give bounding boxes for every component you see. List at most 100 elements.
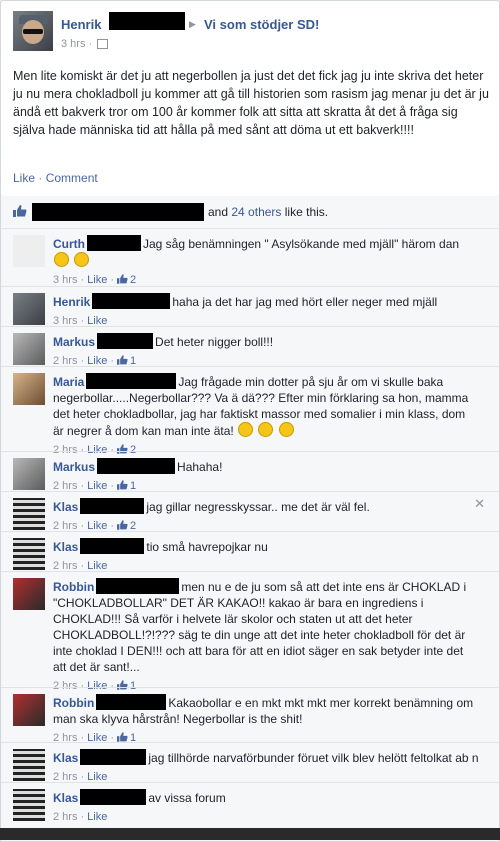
comment-row: Robbin Kakaobollar e en mkt mkt mkt mer k… (1, 687, 499, 746)
comment-row: Klas tio små havrepojkar nu 2 hrs · Like (1, 531, 499, 572)
commenter-avatar[interactable] (13, 538, 45, 570)
redaction-bar (80, 538, 145, 554)
commenter-avatar[interactable] (13, 373, 45, 405)
commenter-name[interactable]: Klas (53, 791, 78, 805)
likes-text: and 24 others like this. (208, 205, 328, 219)
comment-text: Det heter nigger boll!!! (155, 335, 274, 349)
author-avatar[interactable] (13, 11, 53, 51)
comment-body: Henrik haha ja det har jag med hört eller… (53, 293, 479, 329)
comment-body: Markus Det heter nigger boll!!! 2 hrs · Like… (53, 333, 479, 369)
comment-row: Klas jag gillar negresskyssar.. me det är… (1, 491, 499, 532)
comment-body: Markus Hahaha! 2 hrs · Like · 1 (53, 458, 479, 494)
commenter-name[interactable]: Klas (53, 540, 78, 554)
emoji-icon (54, 252, 69, 267)
comment-text: av vissa forum (148, 791, 226, 805)
comment-row: Henrik haha ja det har jag med hört eller… (1, 286, 499, 327)
redaction-bar (86, 373, 177, 389)
comment-text: men nu e de ju som så att det inte ens ä… (53, 580, 467, 674)
commenter-avatar[interactable] (13, 333, 45, 365)
comment-text: jag gillar negresskyssar.. me det är väl… (146, 500, 370, 514)
comment-row: Maria Jag frågade min dotter på sju år om… (1, 366, 499, 456)
commenter-name[interactable]: Klas (53, 751, 78, 765)
comment-like-count[interactable]: 2 (130, 274, 136, 286)
commenter-name[interactable]: Robbin (53, 696, 94, 710)
likes-summary: and 24 others like this. (0, 196, 500, 229)
like-thumb-icon (117, 732, 128, 742)
likes-and: and (208, 205, 229, 219)
comment-text: Jag såg benämningen " Asylsökande med mj… (143, 237, 460, 251)
redaction-bar (80, 498, 145, 514)
comment-meta: 2 hrs · Like (53, 809, 479, 825)
like-thumb-icon (117, 480, 128, 490)
like-button[interactable]: Like (13, 171, 35, 185)
comment-body: Maria Jag frågade min dotter på sju år om… (53, 373, 479, 458)
comment-body: Curth Jag såg benämningen " Asylsökande m… (53, 235, 479, 288)
commenter-name[interactable]: Klas (53, 500, 78, 514)
comment-row: Robbin men nu e de ju som så att det inte… (1, 571, 499, 692)
meta-separator: · (110, 274, 114, 286)
post-text: Men lite komiskt är det ju att negerboll… (13, 69, 489, 137)
comment-button[interactable]: Comment (46, 171, 98, 185)
commenter-name[interactable]: Maria (53, 375, 84, 389)
comment-text: tio små havrepojkar nu (146, 540, 268, 554)
redaction-bar (87, 235, 141, 251)
emoji-icon (258, 422, 274, 437)
post-author-name[interactable]: Henrik (61, 17, 101, 32)
group-name-link[interactable]: Vi som stödjer SD! (204, 17, 319, 32)
like-thumb-icon (117, 520, 128, 530)
comment-body: Klas av vissa forum 2 hrs · Like (53, 789, 479, 825)
emoji-icon (238, 422, 254, 437)
meta-separator: · (80, 811, 85, 823)
post-timestamp[interactable]: 3 hrs (61, 38, 85, 50)
comment-row: Klas jag tillhörde narvaförbunder föruet … (1, 742, 499, 783)
like-thumb-icon (117, 274, 128, 284)
comment-body: Klas jag tillhörde narvaförbunder föruet … (53, 749, 479, 785)
commenter-avatar[interactable] (13, 458, 45, 490)
emoji-icon (74, 252, 90, 267)
post-actions: Like · Comment (13, 171, 98, 185)
close-icon[interactable]: ✕ (474, 496, 485, 512)
comment-like-button[interactable]: Like (87, 274, 107, 286)
meta-separator: · (88, 38, 93, 50)
commenter-avatar[interactable] (13, 694, 45, 726)
commenter-name[interactable]: Markus (53, 460, 95, 474)
post-meta: 3 hrs · (61, 38, 109, 50)
comment-timestamp[interactable]: 2 hrs (53, 811, 77, 823)
redaction-bar (96, 578, 180, 594)
commenter-avatar[interactable] (13, 235, 45, 267)
comment-timestamp[interactable]: 3 hrs (53, 274, 77, 286)
comment-row: Markus Det heter nigger boll!!! 2 hrs · Like… (1, 326, 499, 367)
avatar-glasses (23, 29, 43, 34)
commenter-avatar[interactable] (13, 498, 45, 530)
commenter-name[interactable]: Robbin (53, 580, 94, 594)
likes-others-link[interactable]: 24 others (231, 205, 281, 219)
commenter-avatar[interactable] (13, 789, 45, 821)
redaction-bar (97, 458, 176, 474)
meta-separator: · (80, 274, 85, 286)
redaction-bar (96, 694, 167, 710)
comment-body: Klas jag gillar negresskyssar.. me det är… (53, 498, 479, 534)
commenter-avatar[interactable] (13, 293, 45, 325)
emoji-icon (278, 422, 294, 437)
commenter-name[interactable]: Curth (53, 237, 85, 251)
comment-like-button[interactable]: Like (87, 811, 107, 823)
comment-text: haha ja det har jag med hört eller neger… (172, 295, 438, 309)
like-thumb-icon (13, 205, 27, 217)
comment-row: Curth Jag såg benämningen " Asylsökande m… (1, 229, 499, 286)
commenter-avatar[interactable] (13, 578, 45, 610)
redaction-bar (32, 203, 204, 221)
redaction-bar (80, 789, 147, 805)
audience-icon[interactable] (97, 39, 109, 50)
comment-body: Robbin Kakaobollar e en mkt mkt mkt mer k… (53, 694, 479, 746)
redaction-bar (109, 12, 185, 30)
bottom-strip (0, 828, 500, 840)
redaction-bar (80, 749, 147, 765)
comment-body: Klas tio små havrepojkar nu 2 hrs · Like (53, 538, 479, 574)
commenter-name[interactable]: Henrik (53, 295, 90, 309)
commenter-name[interactable]: Markus (53, 335, 95, 349)
commenter-avatar[interactable] (13, 749, 45, 781)
post-card: Henrik ▶ Vi som stödjer SD! 3 hrs · Men … (0, 0, 500, 197)
comments-list: Curth Jag såg benämningen " Asylsökande m… (0, 228, 500, 842)
post-header: Henrik ▶ Vi som stödjer SD! 3 hrs · (1, 1, 499, 57)
action-separator: · (38, 171, 43, 185)
